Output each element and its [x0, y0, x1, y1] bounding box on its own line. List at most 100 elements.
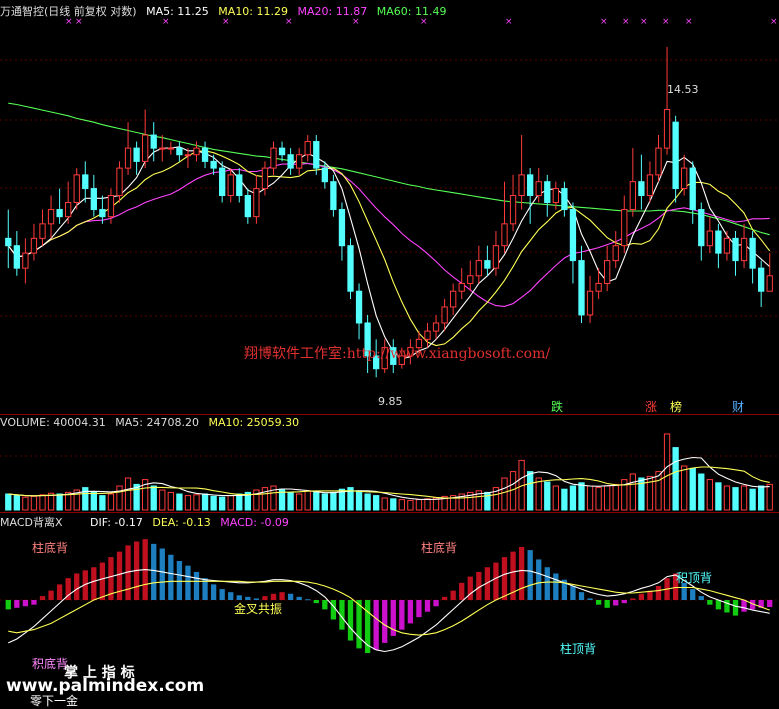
macd-bar-73: [630, 598, 636, 600]
candle-body-62: [535, 181, 542, 197]
volume-bar-43: [373, 495, 380, 511]
dea-line: [8, 580, 770, 636]
label-jin-cha-gong-zhen: 金叉共振: [234, 602, 283, 616]
tag-bang: 榜: [670, 400, 683, 414]
macd-bar-70: [604, 600, 610, 608]
volume-bar-14: [124, 477, 132, 511]
volume-bar-25: [219, 496, 226, 511]
candle-body-19: [167, 147, 174, 150]
watermark: 翔博软件工作室:http://www.xiangbosoft.com/: [244, 346, 551, 362]
dif-line: [8, 569, 770, 653]
tag-cai: 财: [732, 400, 745, 414]
macd-bar-57: [493, 562, 499, 600]
candle-body-60: [518, 174, 525, 197]
volume-header: VOLUME: 40004.31 MA5: 24708.20 MA10: 250…: [0, 416, 305, 429]
macd-bar-10: [91, 567, 97, 600]
volume-ma5: MA5: 24708.20: [115, 416, 199, 429]
volume-bar-13: [116, 485, 123, 511]
candle-body-5: [47, 209, 55, 225]
volume-bar-26: [227, 495, 234, 511]
volume-bar-77: [663, 433, 671, 511]
candle-body-88: [758, 267, 765, 292]
signal-marker-11: ×: [662, 17, 670, 27]
macd-bar-51: [441, 596, 448, 600]
volume-bar-23: [201, 493, 209, 511]
candle-body-14: [124, 147, 132, 169]
candle-body-53: [458, 282, 465, 292]
candle-body-29: [253, 188, 260, 218]
candle-body-39: [338, 209, 346, 247]
macd-header: MACD背离X DIF: -0.17 DEA: -0.13 MACD: -0.0…: [0, 514, 295, 530]
macd-bar-34: [296, 596, 302, 600]
macd-bar-86: [741, 600, 747, 612]
volume-bar-81: [698, 473, 705, 511]
macd-bar-81: [698, 596, 704, 600]
macd-bar-85: [732, 600, 739, 616]
candle-body-7: [65, 202, 72, 218]
macd-bar-11: [99, 562, 106, 600]
volume-bar-70: [604, 485, 611, 511]
macd-bar-33: [287, 593, 294, 600]
volume-bar-71: [612, 483, 619, 511]
macd-indicator-name: MACD背离X: [0, 516, 63, 529]
macd-bar-46: [399, 600, 405, 630]
volume-bar-12: [107, 493, 115, 511]
candle-body-17: [150, 134, 157, 149]
volume-bar-44: [381, 497, 388, 511]
macd-bar-52: [450, 590, 456, 600]
volume-bar-79: [681, 465, 688, 511]
candle-body-23: [201, 147, 209, 162]
volume-bar-19: [167, 491, 174, 511]
volume-bar-64: [552, 485, 559, 511]
candle-body-55: [475, 260, 482, 277]
candle-body-63: [544, 181, 551, 204]
dif-value: DIF: -0.17: [90, 516, 143, 529]
macd-bar-54: [467, 576, 473, 600]
volume-bar-78: [672, 447, 679, 511]
macd-bar-26: [228, 592, 234, 600]
macd-bar-4: [39, 596, 46, 600]
volume-bar-84: [723, 485, 731, 511]
candle-body-25: [219, 167, 226, 197]
candle-body-2: [22, 252, 29, 269]
tag-die: 跌: [551, 400, 564, 414]
candle-body-71: [612, 245, 619, 262]
candle-body-76: [655, 147, 662, 176]
candle-body-13: [116, 167, 123, 197]
volume-bar-34: [296, 493, 303, 511]
candle-body-20: [176, 147, 183, 156]
candle-body-16: [142, 134, 149, 162]
candle-body-81: [698, 209, 705, 247]
macd-bar-32: [279, 592, 285, 600]
candle-body-18: [159, 147, 166, 150]
volume-bar-82: [706, 479, 713, 511]
candle-body-89: [766, 275, 773, 292]
volume-bar-38: [330, 491, 337, 511]
macd-bar-6: [56, 584, 63, 600]
candle-body-84: [723, 237, 731, 254]
candle-body-34: [296, 154, 303, 169]
macd-bar-37: [322, 600, 328, 610]
macd-bar-36: [313, 600, 319, 604]
candle-body-64: [552, 188, 559, 204]
candle-body-28: [244, 195, 251, 218]
candle-body-15: [133, 147, 140, 162]
volume-ma10: MA10: 25059.30: [208, 416, 300, 429]
stock-title: 万通智控(日线 前复权 对数): [0, 5, 137, 18]
volume-bar-37: [321, 493, 328, 511]
volume-bar-20: [176, 493, 183, 511]
macd-bar-68: [587, 598, 593, 600]
macd-bar-50: [433, 600, 439, 607]
volume-bar-83: [715, 482, 722, 511]
label-zhu-di-bei-2: 柱底背: [421, 541, 458, 555]
volume-bar-63: [544, 481, 551, 511]
macd-bar-18: [159, 548, 165, 600]
volume-bar-49: [424, 498, 431, 511]
macd-bar-60: [518, 546, 525, 600]
volume-bar-47: [407, 499, 414, 511]
candle-body-32: [278, 147, 286, 156]
candle-body-77: [663, 109, 671, 149]
macd-bar-83: [715, 600, 722, 610]
candle-body-41: [355, 290, 363, 324]
volume-bar-3: [30, 495, 38, 511]
